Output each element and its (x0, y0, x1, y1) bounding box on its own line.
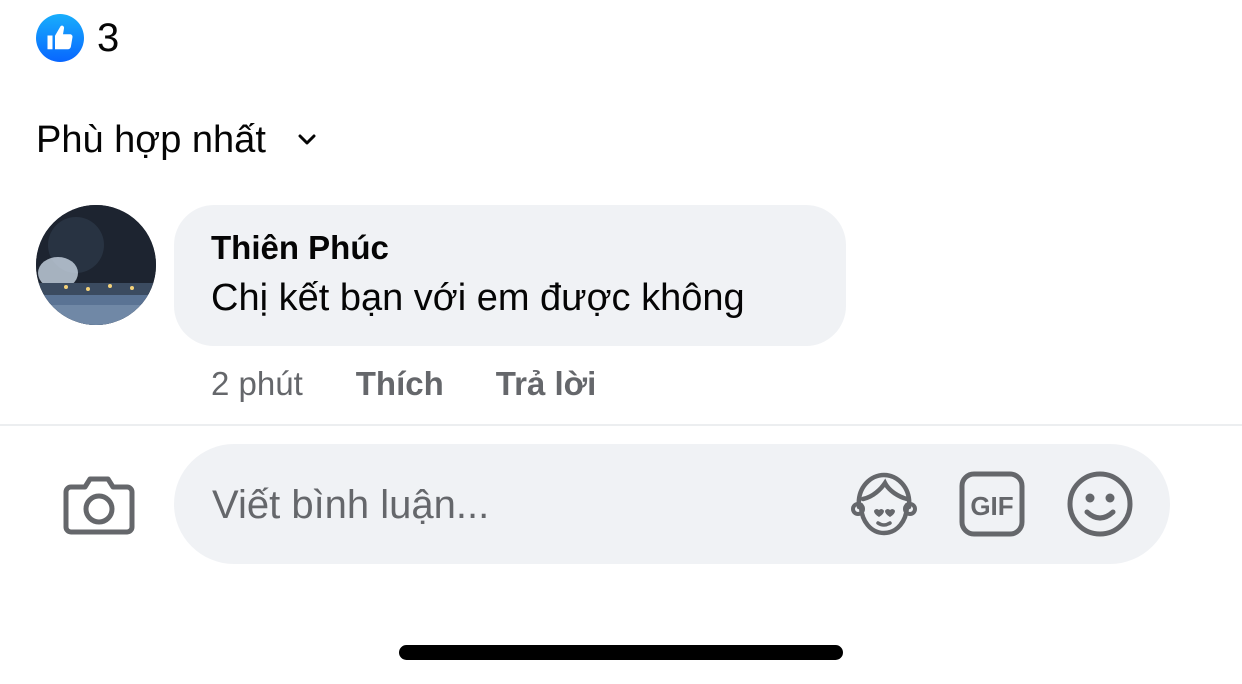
comment-text: Chị kết bạn với em được không (211, 277, 745, 319)
avatar-sticker-icon[interactable] (848, 468, 920, 540)
camera-icon[interactable] (60, 470, 138, 538)
chevron-down-icon (298, 134, 316, 146)
comment-timestamp[interactable]: 2 phút (211, 365, 303, 403)
reaction-count: 3 (97, 15, 120, 60)
like-button[interactable]: Thích (356, 365, 444, 403)
sort-label: Phù hợp nhất (36, 118, 266, 161)
comment-bubble[interactable]: Thiên Phúc Chị kết bạn với em được không (174, 205, 846, 346)
avatar[interactable] (36, 205, 156, 325)
comment-actions: 2 phút Thích Trả lời (211, 362, 596, 406)
divider (0, 424, 1242, 426)
sort-dropdown[interactable]: Phù hợp nhất (36, 112, 316, 168)
home-indicator[interactable] (399, 645, 843, 660)
comment-author[interactable]: Thiên Phúc (211, 229, 389, 267)
reaction-summary[interactable]: 3 (36, 12, 119, 64)
reply-button[interactable]: Trả lời (496, 365, 597, 403)
comment-composer[interactable]: GIF (174, 444, 1170, 566)
emoji-icon[interactable] (1064, 468, 1136, 540)
svg-text:GIF: GIF (970, 491, 1013, 521)
thumbs-up-icon (36, 14, 84, 62)
comment-input[interactable] (210, 444, 824, 566)
gif-icon[interactable]: GIF (956, 468, 1028, 540)
